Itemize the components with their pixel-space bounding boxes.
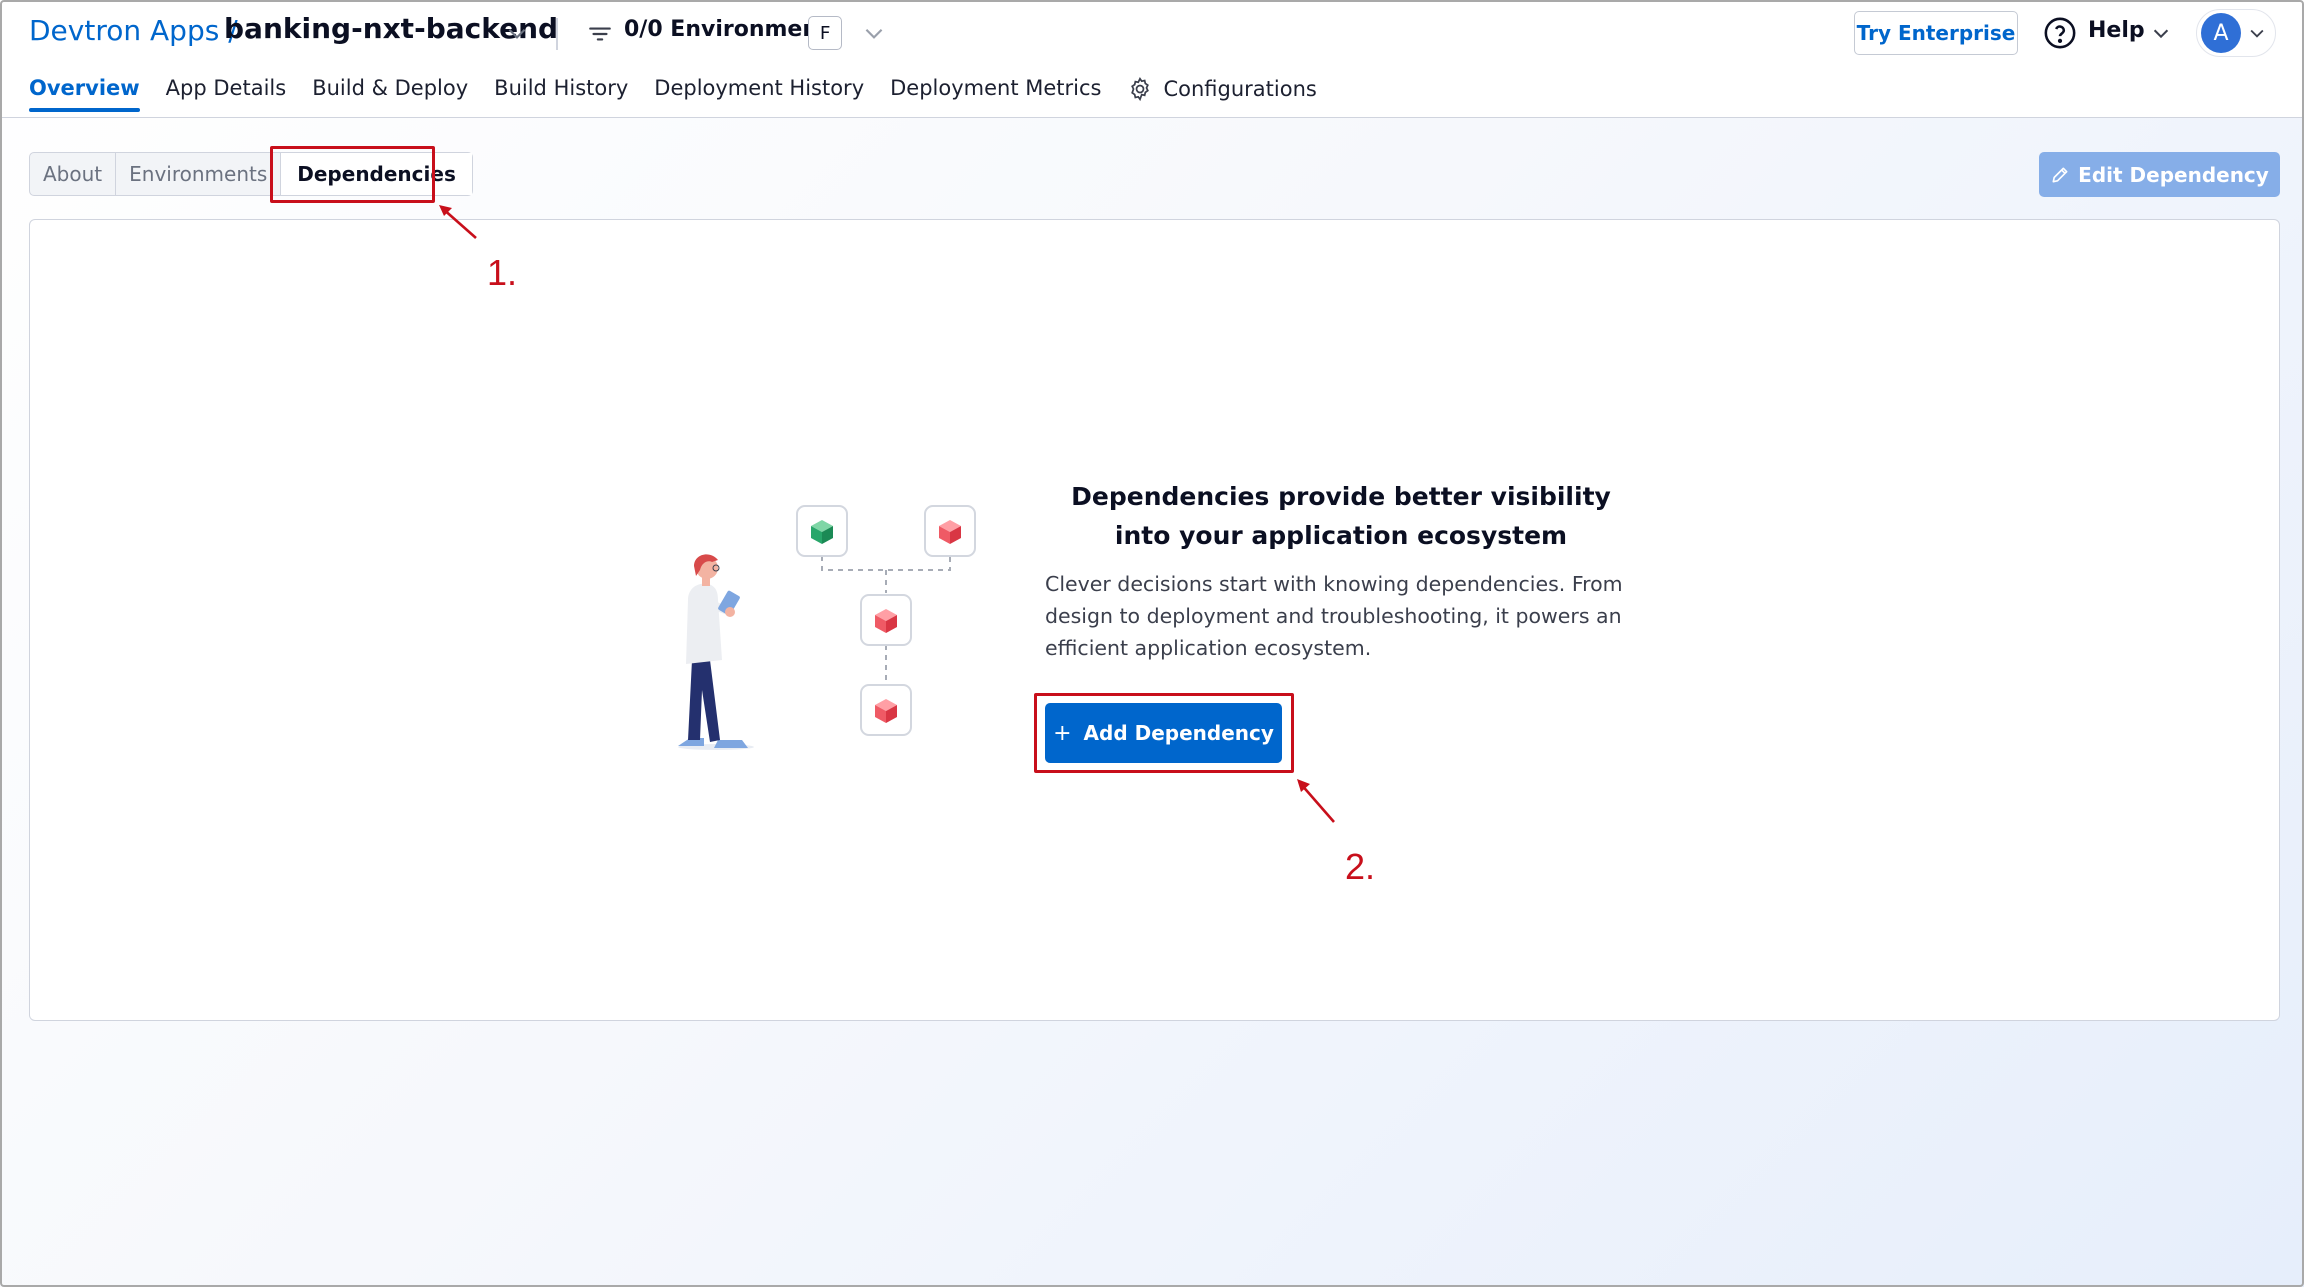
tab-build-deploy[interactable]: Build & Deploy [312, 76, 468, 110]
edit-dependency-label: Edit Dependency [2078, 162, 2269, 187]
tab-configurations[interactable]: Configurations [1127, 76, 1317, 112]
tab-deployment-metrics[interactable]: Deployment Metrics [890, 76, 1101, 110]
chevron-down-icon[interactable] [861, 20, 887, 46]
tab-configurations-label: Configurations [1163, 77, 1317, 101]
tab-build-history[interactable]: Build History [494, 76, 628, 110]
avatar[interactable]: A [2201, 13, 2241, 53]
annotation-arrow-icon [1297, 779, 1335, 823]
chevron-down-icon[interactable] [504, 20, 530, 46]
segment-about[interactable]: About [30, 153, 117, 195]
header-divider [556, 18, 558, 50]
segment-environments[interactable]: Environments [116, 153, 282, 195]
breadcrumb-devtron-apps[interactable]: Devtron Apps / [29, 14, 238, 47]
tab-overview[interactable]: Overview [29, 76, 140, 112]
annotation-highlight-dependencies-tab [270, 146, 435, 203]
user-menu[interactable]: A [2196, 9, 2276, 57]
dependency-graph-illustration [678, 505, 976, 750]
app-nav-tabs: Overview App Details Build & Deploy Buil… [29, 76, 1343, 118]
annotation-step-2: 2. [1345, 846, 1376, 887]
try-enterprise-button[interactable]: Try Enterprise [1854, 11, 2018, 55]
help-icon[interactable] [2043, 16, 2077, 50]
app-header: Devtron Apps / banking-nxt-backend 0/0 E… [0, 0, 2304, 118]
chevron-down-icon[interactable] [2247, 23, 2267, 43]
annotation-highlight-add-dependency [1034, 693, 1294, 773]
annotation-step-1: 1. [487, 252, 518, 293]
help-menu-label[interactable]: Help [2088, 18, 2145, 43]
empty-state-title: Dependencies provide better visibility i… [1071, 482, 1611, 550]
empty-state-description: Clever decisions start with knowing depe… [1045, 572, 1623, 660]
gear-icon [1131, 76, 1150, 102]
keyboard-shortcut-badge: F [808, 16, 842, 50]
tab-deployment-history[interactable]: Deployment History [654, 76, 864, 110]
filter-icon[interactable] [586, 21, 614, 47]
annotation-arrow-icon [439, 205, 477, 239]
pencil-icon [2052, 167, 2068, 182]
chevron-down-icon[interactable] [2150, 22, 2172, 44]
tab-app-details[interactable]: App Details [166, 76, 287, 110]
edit-dependency-button[interactable]: Edit Dependency [2039, 152, 2280, 197]
